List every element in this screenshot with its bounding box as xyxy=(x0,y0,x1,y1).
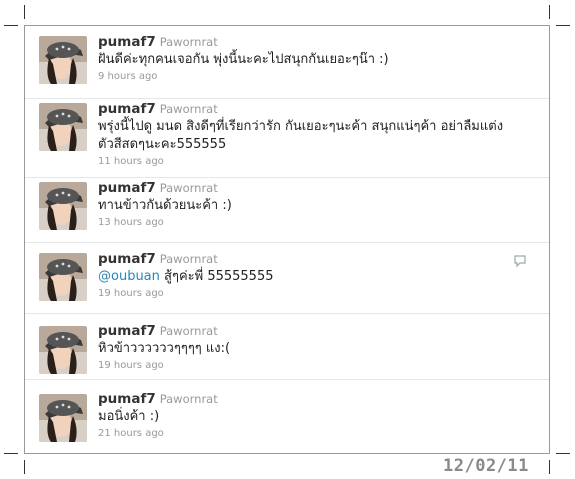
timestamp-link[interactable]: 9 hours ago xyxy=(98,69,535,85)
screen-name-link[interactable]: pumaf7 xyxy=(98,34,156,50)
tweet-header: pumaf7 Pawornrat xyxy=(98,251,535,268)
tweet-header: pumaf7 Pawornrat xyxy=(98,323,535,340)
tweet-text: มอนิ่งค้า :) xyxy=(98,409,160,424)
avatar[interactable] xyxy=(39,182,87,230)
full-name: Pawornrat xyxy=(159,35,218,49)
crop-mark-top-left-h xyxy=(4,25,18,26)
avatar[interactable] xyxy=(39,253,87,301)
crop-mark-bottom-right-h xyxy=(556,453,570,454)
timestamp-link[interactable]: 21 hours ago xyxy=(98,426,535,442)
tweet-item[interactable]: pumaf7 Pawornrat หิวข้าววววววๆๆๆๆ แง:( 19… xyxy=(25,314,549,380)
crop-mark-bottom-right-v xyxy=(549,460,550,474)
full-name: Pawornrat xyxy=(159,102,218,116)
crop-mark-top-left-v xyxy=(24,5,25,19)
profile-photo-icon xyxy=(39,182,87,230)
timestamp-link[interactable]: 19 hours ago xyxy=(98,286,535,302)
tweet-text: พรุ่งนี้ไปดู มนด สิงดีๆที่เรียกว่ารัก กั… xyxy=(98,119,504,152)
crop-mark-top-right-v xyxy=(549,5,550,19)
tweet-header: pumaf7 Pawornrat xyxy=(98,391,535,408)
tweet-item[interactable]: pumaf7 Pawornrat @oubuan สู้ๆค่ะพี่ 55555… xyxy=(25,243,549,314)
screen-name-link[interactable]: pumaf7 xyxy=(98,180,156,196)
profile-photo-icon xyxy=(39,326,87,374)
profile-photo-icon xyxy=(39,394,87,442)
screen-name-link[interactable]: pumaf7 xyxy=(98,101,156,117)
tweet-header: pumaf7 Pawornrat xyxy=(98,34,535,51)
screen-name-link[interactable]: pumaf7 xyxy=(98,251,156,267)
crop-mark-bottom-left-h xyxy=(4,453,18,454)
full-name: Pawornrat xyxy=(159,181,218,195)
full-name: Pawornrat xyxy=(159,324,218,338)
timestamp-link[interactable]: 11 hours ago xyxy=(98,154,535,170)
date-stamp: 12/02/11 xyxy=(443,456,529,476)
profile-photo-icon xyxy=(39,103,87,151)
avatar[interactable] xyxy=(39,326,87,374)
tweet-header: pumaf7 Pawornrat xyxy=(98,101,535,118)
mention-link[interactable]: @oubuan xyxy=(98,269,160,284)
profile-photo-icon xyxy=(39,253,87,301)
tweet-item[interactable]: pumaf7 Pawornrat ฝันดีค่ะทุกคนเจอกัน พุ่ง… xyxy=(25,26,549,99)
timestamp-link[interactable]: 19 hours ago xyxy=(98,358,535,374)
screen-name-link[interactable]: pumaf7 xyxy=(98,391,156,407)
tweet-text: หิวข้าววววววๆๆๆๆ แง:( xyxy=(98,341,231,356)
reply-icon[interactable] xyxy=(513,253,527,268)
timestamp-link[interactable]: 13 hours ago xyxy=(98,215,535,231)
tweet-text-body: สู้ๆค่ะพี่ 55555555 xyxy=(159,269,274,284)
profile-photo-icon xyxy=(39,36,87,84)
screen-name-link[interactable]: pumaf7 xyxy=(98,323,156,339)
crop-mark-bottom-left-v xyxy=(24,460,25,474)
avatar[interactable] xyxy=(39,36,87,84)
full-name: Pawornrat xyxy=(159,252,218,266)
tweet-text: @oubuan สู้ๆค่ะพี่ 55555555 xyxy=(98,268,535,286)
tweet-text: ฝันดีค่ะทุกคนเจอกัน พุ่งนี้นะคะไปสนุกกัน… xyxy=(98,52,389,67)
tweet-item[interactable]: pumaf7 Pawornrat ทานข้าวกันด้วยนะค้า :) 1… xyxy=(25,178,549,243)
avatar[interactable] xyxy=(39,103,87,151)
avatar[interactable] xyxy=(39,394,87,442)
tweet-text: ทานข้าวกันด้วยนะค้า :) xyxy=(98,198,232,213)
timeline-panel: pumaf7 Pawornrat ฝันดีค่ะทุกคนเจอกัน พุ่ง… xyxy=(24,25,550,454)
crop-mark-top-right-h xyxy=(556,25,570,26)
tweet-item[interactable]: pumaf7 Pawornrat มอนิ่งค้า :) 21 hours ag… xyxy=(25,380,549,453)
tweet-header: pumaf7 Pawornrat xyxy=(98,180,535,197)
tweet-item[interactable]: pumaf7 Pawornrat พรุ่งนี้ไปดู มนด สิงดีๆท… xyxy=(25,99,549,178)
full-name: Pawornrat xyxy=(159,392,218,406)
